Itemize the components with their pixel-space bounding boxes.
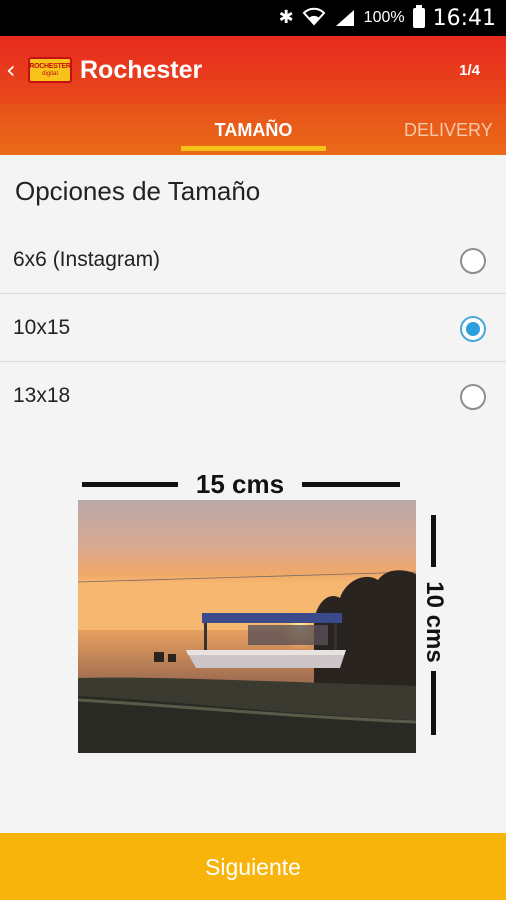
rochester-logo: ROCHESTER digital (28, 57, 72, 83)
battery-percent: 100% (363, 9, 405, 26)
dimension-line (431, 515, 436, 567)
clock: 16:41 (432, 5, 496, 31)
height-label: 10 cms (421, 581, 448, 663)
option-label: 13x18 (13, 384, 71, 407)
battery-icon (412, 5, 425, 28)
step-counter: 1/4 (459, 61, 480, 79)
option-label: 10x15 (13, 316, 71, 339)
radio-button-selected[interactable] (460, 316, 486, 342)
width-dimension: 15 cms (82, 466, 400, 502)
radio-button[interactable] (460, 384, 486, 410)
dimension-line (431, 671, 436, 735)
back-chevron-icon[interactable]: ‹ (6, 56, 22, 84)
dimension-line (82, 482, 178, 487)
bluetooth-icon: ✱ (278, 7, 294, 28)
sample-photo (78, 500, 416, 753)
dimension-line (302, 482, 400, 487)
option-label: 6x6 (Instagram) (13, 248, 161, 271)
status-bar: ✱ 100% 16:41 (0, 0, 506, 36)
size-option-6x6[interactable]: 6x6 (Instagram) (0, 226, 506, 294)
size-option-10x15[interactable]: 10x15 (0, 294, 506, 362)
wifi-icon (302, 6, 326, 30)
size-option-13x18[interactable]: 13x18 (0, 362, 506, 430)
radio-button[interactable] (460, 248, 486, 274)
width-label: 15 cms (195, 469, 285, 499)
active-tab-indicator (181, 146, 326, 151)
page-title: Opciones de Tamaño (15, 176, 261, 206)
height-dimension: 10 cms (417, 515, 451, 735)
next-button[interactable]: Siguiente (0, 833, 506, 900)
app-bar: ‹ ROCHESTER digital Rochester 1/4 (0, 36, 506, 104)
tab-delivery[interactable]: DELIVERY (404, 104, 493, 155)
signal-icon (334, 9, 356, 27)
app-title: Rochester (80, 55, 203, 84)
